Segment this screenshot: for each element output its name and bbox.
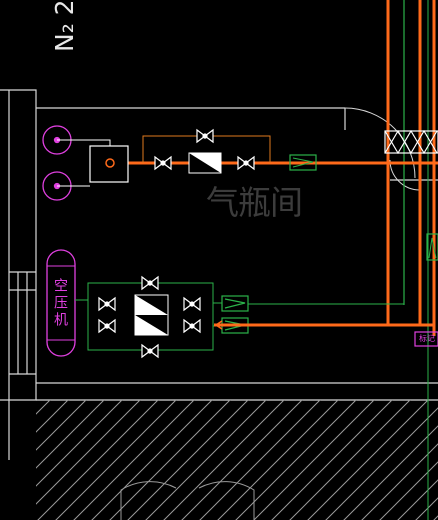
tank-label: 空压机 — [52, 278, 68, 329]
pipe-crossing-marks — [384, 129, 438, 155]
room-label: 气瓶间 — [206, 183, 303, 222]
tag-label: 标记 — [419, 334, 435, 343]
lower-flow-meters — [221, 295, 249, 334]
hatched-floor — [36, 400, 438, 520]
piping-drawing — [0, 0, 438, 520]
lower-valve-manifold — [75, 276, 222, 358]
filter-box-icon — [89, 145, 129, 183]
drawing-title: N₂ 2井 — [50, 0, 79, 52]
upper-valve-manifold — [142, 129, 271, 174]
gas-cylinder-icon — [42, 125, 72, 201]
